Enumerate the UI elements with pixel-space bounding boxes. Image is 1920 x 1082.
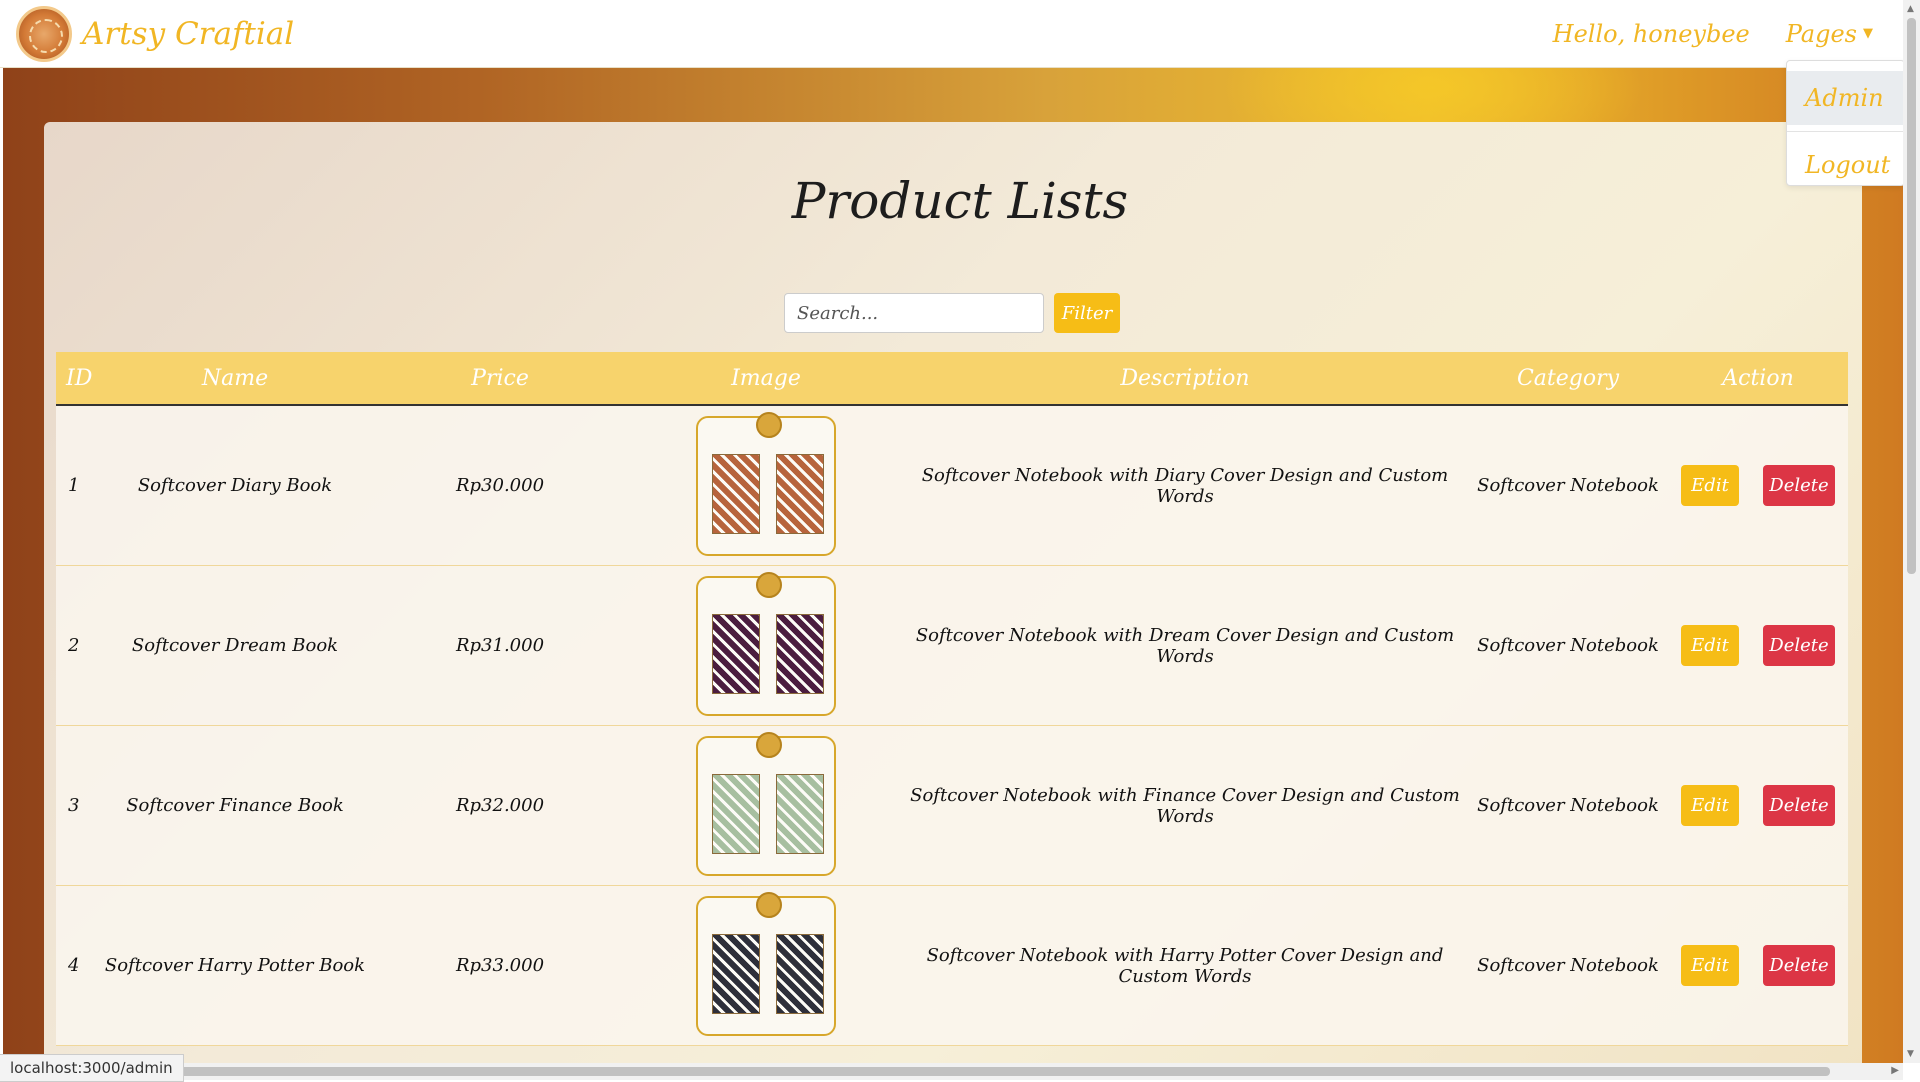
vertical-scroll-thumb[interactable] (1907, 18, 1916, 574)
cell-description: Softcover Notebook with Diary Cover Desi… (921, 464, 1449, 507)
cell-price: Rp30.000 (455, 475, 545, 496)
delete-button[interactable]: Delete (1763, 785, 1835, 826)
cell-action: Edit Delete (1668, 625, 1848, 666)
navbar: Artsy Craftial Hello, honeybee Pages ▼ (0, 0, 1903, 68)
front-cover-image (712, 613, 760, 694)
back-cover-image (776, 933, 824, 1014)
table-header: ID Name Price Image Description Category… (56, 352, 1848, 406)
edit-button[interactable]: Edit (1681, 465, 1739, 506)
status-bar-url: localhost:3000/admin (0, 1054, 184, 1082)
cell-price: Rp31.000 (455, 635, 545, 656)
table-row: 3 Softcover Finance Book Rp32.000 Softco… (56, 726, 1848, 886)
product-image (696, 731, 836, 876)
back-cover-image (776, 773, 824, 854)
header-id: ID (66, 365, 93, 391)
cell-image (630, 891, 902, 1036)
brand[interactable]: Artsy Craftial (16, 5, 295, 62)
cell-category: Softcover Notebook (1477, 635, 1659, 656)
filter-button[interactable]: Filter (1054, 293, 1120, 333)
cell-name: Softcover Dream Book (131, 635, 339, 656)
edit-button[interactable]: Edit (1681, 625, 1739, 666)
pages-label: Pages (1785, 19, 1857, 48)
horizontal-scrollbar[interactable]: ▶ (0, 1063, 1903, 1080)
cell-price: Rp33.000 (455, 955, 545, 976)
brand-logo-icon (16, 5, 72, 62)
front-cover-image (712, 453, 760, 534)
edit-button[interactable]: Edit (1681, 945, 1739, 986)
table-row: 2 Softcover Dream Book Rp31.000 Softcove… (56, 566, 1848, 726)
user-greeting: Hello, honeybee (1552, 19, 1750, 48)
delete-button[interactable]: Delete (1763, 945, 1835, 986)
front-cover-image (712, 933, 760, 1014)
cell-id: 4 (68, 955, 80, 976)
cell-name: Softcover Harry Potter Book (104, 955, 366, 976)
horizontal-scroll-thumb[interactable] (130, 1067, 1830, 1076)
cell-name: Softcover Finance Book (126, 795, 344, 816)
product-image (696, 411, 836, 556)
cell-price: Rp32.000 (455, 795, 545, 816)
caret-down-icon: ▼ (1863, 26, 1873, 41)
product-image (696, 571, 836, 716)
cell-action: Edit Delete (1668, 465, 1848, 506)
cell-image (630, 411, 902, 556)
search-bar: Filter (784, 293, 1120, 333)
table-row: 4 Softcover Harry Potter Book Rp33.000 S… (56, 886, 1848, 1046)
scroll-right-icon[interactable]: ▶ (1891, 1065, 1899, 1076)
cell-name: Softcover Diary Book (137, 475, 333, 496)
back-cover-image (776, 613, 824, 694)
cell-image (630, 731, 902, 876)
dropdown-item-logout[interactable]: Logout (1787, 138, 1904, 192)
front-cover-image (712, 773, 760, 854)
cell-description: Softcover Notebook with Finance Cover De… (910, 784, 1460, 827)
back-cover-image (776, 453, 824, 534)
header-category: Category (1516, 365, 1620, 391)
cell-category: Softcover Notebook (1477, 955, 1659, 976)
cell-action: Edit Delete (1668, 785, 1848, 826)
header-action: Action (1722, 365, 1794, 391)
cell-category: Softcover Notebook (1477, 795, 1659, 816)
cell-id: 2 (68, 635, 80, 656)
brand-name: Artsy Craftial (82, 15, 295, 52)
dropdown-divider (1787, 131, 1904, 132)
header-image: Image (731, 365, 801, 391)
pages-dropdown-toggle[interactable]: Pages ▼ (1786, 20, 1873, 48)
delete-button[interactable]: Delete (1763, 465, 1835, 506)
cell-description: Softcover Notebook with Dream Cover Desi… (915, 624, 1455, 667)
cell-id: 1 (68, 475, 80, 496)
nav-right: Hello, honeybee Pages ▼ (1553, 20, 1873, 48)
product-table: ID Name Price Image Description Category… (56, 352, 1848, 1046)
cell-image (630, 571, 902, 716)
header-price: Price (471, 365, 529, 391)
product-image (696, 891, 836, 1036)
cell-description: Softcover Notebook with Harry Potter Cov… (926, 944, 1444, 987)
header-description: Description (1120, 365, 1250, 391)
edit-button[interactable]: Edit (1681, 785, 1739, 826)
header-name: Name (201, 365, 269, 391)
cell-category: Softcover Notebook (1477, 475, 1659, 496)
page-title: Product Lists (791, 172, 1129, 230)
vertical-scrollbar[interactable]: ▲ ▼ (1903, 0, 1920, 1063)
pages-dropdown-menu: Admin Logout (1786, 60, 1905, 186)
cell-id: 3 (68, 795, 80, 816)
dropdown-item-admin[interactable]: Admin (1787, 71, 1904, 125)
cell-action: Edit Delete (1668, 945, 1848, 986)
delete-button[interactable]: Delete (1763, 625, 1835, 666)
table-row: 1 Softcover Diary Book Rp30.000 Softcove… (56, 406, 1848, 566)
search-input[interactable] (784, 293, 1044, 333)
scroll-up-icon[interactable]: ▲ (1907, 4, 1914, 14)
scroll-down-icon[interactable]: ▼ (1907, 1049, 1914, 1059)
